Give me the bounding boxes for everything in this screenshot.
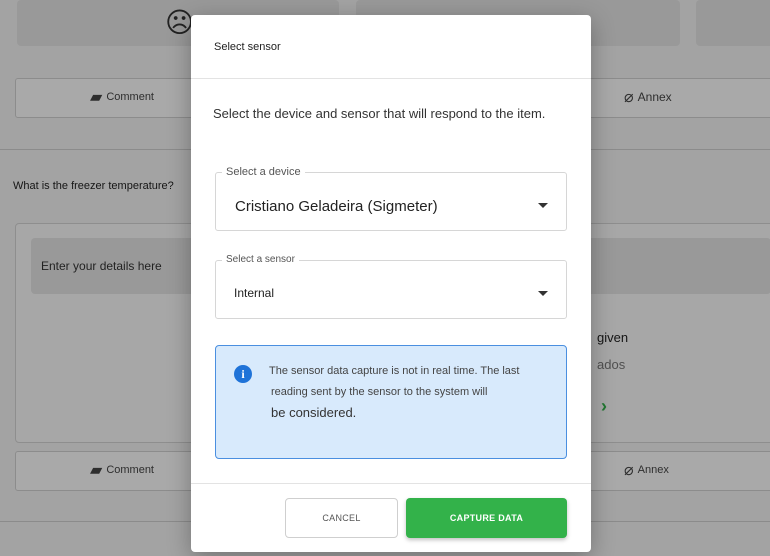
- info-text-line-1: The sensor data capture is not in real t…: [269, 365, 520, 377]
- select-sensor-dialog: Select sensor Select the device and sens…: [191, 15, 591, 552]
- sensor-select-value: Internal: [234, 286, 275, 300]
- cancel-button[interactable]: CANCEL: [285, 498, 398, 538]
- device-select[interactable]: Select a device Cristiano Geladeira (Sig…: [215, 166, 567, 231]
- dialog-footer: CANCEL CAPTURE DATA: [191, 483, 591, 552]
- capture-data-button[interactable]: CAPTURE DATA: [406, 498, 567, 538]
- sensor-select[interactable]: Select a sensor Internal: [215, 254, 567, 319]
- info-text-line-2: reading sent by the sensor to the system…: [271, 386, 488, 398]
- dropdown-arrow-icon: [538, 203, 548, 208]
- dialog-header: Select sensor: [191, 15, 591, 79]
- device-select-label: Select a device: [222, 166, 305, 178]
- dialog-intro-text: Select the device and sensor that will r…: [213, 106, 546, 121]
- info-text-line-3: be considered.: [271, 405, 357, 420]
- dropdown-arrow-icon: [538, 291, 548, 296]
- info-alert: i The sensor data capture is not in real…: [215, 345, 567, 459]
- device-select-value: Cristiano Geladeira (Sigmeter): [235, 198, 438, 215]
- sensor-select-label: Select a sensor: [222, 254, 299, 265]
- info-icon: i: [234, 365, 252, 383]
- dialog-title: Select sensor: [214, 40, 281, 53]
- dialog-body: Select the device and sensor that will r…: [191, 80, 591, 484]
